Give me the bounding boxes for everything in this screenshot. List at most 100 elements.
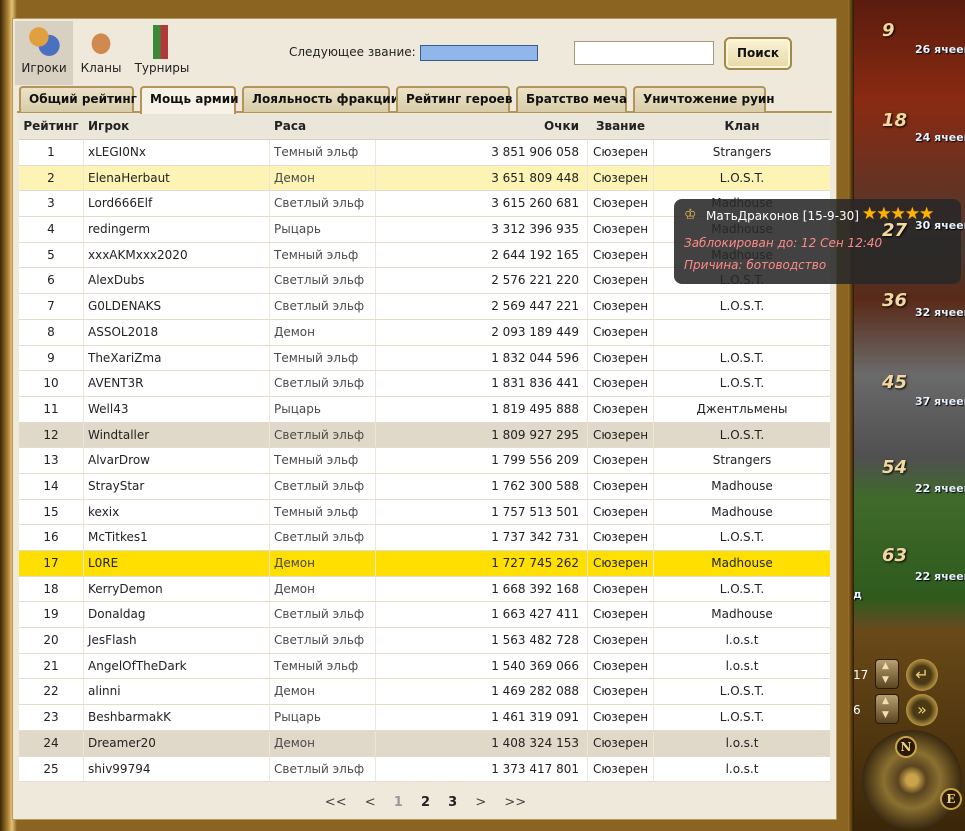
nav-players[interactable]: Игроки	[15, 21, 73, 85]
cell-clan[interactable]: L.O.S.T.	[653, 165, 830, 191]
cell-player[interactable]: xLEGI0Nx	[83, 140, 269, 165]
cell-clan[interactable]: L.O.S.T.	[653, 294, 830, 319]
cell-clan[interactable]: l.o.s.t	[653, 730, 830, 756]
table-row[interactable]: 23 BeshbarmakK Рыцарь 1 461 319 091 Сюзерен L…	[19, 705, 830, 731]
cell-clan[interactable]: l.o.s.t	[653, 628, 830, 653]
page-2[interactable]: 2	[421, 795, 430, 810]
return-arrow-icon[interactable]: ↵	[906, 659, 938, 691]
cell-player[interactable]: Donaldag	[83, 602, 269, 628]
nav-clans[interactable]: Кланы	[75, 21, 127, 85]
counter-b-stepper[interactable]	[875, 694, 899, 724]
cell-points: 2 093 189 449	[375, 319, 587, 345]
cell-clan[interactable]: L.O.S.T.	[653, 576, 830, 602]
table-row[interactable]: 22 alinni Демон 1 469 282 088 Сюзерен L.O.S.T…	[19, 679, 830, 706]
tab-hero-rating[interactable]: Рейтинг героев	[396, 86, 512, 112]
page-prev[interactable]: <	[365, 795, 376, 810]
table-row[interactable]: 1 xLEGI0Nx Темный эльф 3 851 906 058 Сюзерен…	[19, 140, 830, 166]
tab-ruins-destruction[interactable]: Уничтожение руин	[633, 86, 775, 112]
cell-clan[interactable]: l.o.s.t	[653, 756, 830, 782]
cell-clan[interactable]: L.O.S.T.	[653, 525, 830, 550]
cell-player[interactable]: xxxAKMxxx2020	[83, 242, 269, 268]
col-points[interactable]: Очки	[375, 114, 587, 139]
cell-player[interactable]: G0LDENAKS	[83, 294, 269, 319]
page-first[interactable]: <<	[325, 795, 347, 810]
cell-player[interactable]: JesFlash	[83, 628, 269, 653]
table-row[interactable]: 17 L0RE Демон 1 727 745 262 Сюзерен Madhouse	[19, 551, 830, 577]
cell-player[interactable]: StrayStar	[83, 473, 269, 499]
col-rank[interactable]: Рейтинг	[19, 114, 83, 139]
compass-east[interactable]: E	[940, 788, 962, 810]
cell-player[interactable]: alinni	[83, 679, 269, 705]
cell-clan[interactable]: L.O.S.T.	[653, 345, 830, 371]
compass-rose-icon[interactable]: N E	[862, 730, 962, 830]
cell-clan[interactable]: Madhouse	[653, 602, 830, 628]
cell-player[interactable]: redingerm	[83, 217, 269, 242]
col-clan[interactable]: Клан	[653, 114, 830, 139]
search-button[interactable]: Поиск	[724, 37, 792, 70]
cell-clan[interactable]	[653, 319, 830, 345]
cell-player[interactable]: ASSOL2018	[83, 319, 269, 345]
cell-player[interactable]: L0RE	[83, 551, 269, 576]
cell-clan[interactable]: L.O.S.T.	[653, 371, 830, 396]
cell-clan[interactable]: l.o.s.t	[653, 653, 830, 679]
table-row[interactable]: 13 AlvarDrow Темный эльф 1 799 556 209 Сюзер…	[19, 448, 830, 474]
cell-player[interactable]: Dreamer20	[83, 730, 269, 756]
cell-clan[interactable]: L.O.S.T.	[653, 422, 830, 448]
col-player[interactable]: Игрок	[83, 114, 269, 139]
tab-army-power[interactable]: Мощь армии	[140, 86, 239, 114]
compass-north[interactable]: N	[895, 736, 917, 758]
table-row[interactable]: 16 McTitkes1 Светлый эльф 1 737 342 731 Сюзе…	[19, 525, 830, 551]
page-3[interactable]: 3	[448, 795, 457, 810]
cell-player[interactable]: KerryDemon	[83, 576, 269, 602]
cell-clan[interactable]: L.O.S.T.	[653, 705, 830, 730]
table-row[interactable]: 19 Donaldag Светлый эльф 1 663 427 411 Сюзер…	[19, 602, 830, 629]
table-row[interactable]: 21 AngelOfTheDark Темный эльф 1 540 369 066…	[19, 653, 830, 680]
col-race[interactable]: Раса	[269, 114, 375, 139]
tab-faction-loyalty[interactable]: Лояльность фракции	[242, 86, 399, 112]
tab-sword-brotherhood[interactable]: Братство меча	[516, 86, 627, 112]
cell-player[interactable]: Windtaller	[83, 422, 269, 448]
cell-clan[interactable]: Джентльмены	[653, 396, 830, 422]
table-row[interactable]: 14 StrayStar Светлый эльф 1 762 300 588 Сюзе…	[19, 473, 830, 500]
cell-player[interactable]: McTitkes1	[83, 525, 269, 550]
table-row[interactable]: 9 TheXariZma Темный эльф 1 832 044 596 Сюзер…	[19, 345, 830, 372]
cell-player[interactable]: AngelOfTheDark	[83, 653, 269, 679]
table-row[interactable]: 25 shiv99794 Светлый эльф 1 373 417 801 Сюзе…	[19, 756, 830, 783]
table-row[interactable]: 18 KerryDemon Демон 1 668 392 168 Сюзерен L.O…	[19, 576, 830, 603]
speed-icon[interactable]: »	[906, 694, 938, 726]
cell-player[interactable]: shiv99794	[83, 756, 269, 782]
cell-player[interactable]: kexix	[83, 499, 269, 525]
cell-player[interactable]: Lord666Elf	[83, 191, 269, 217]
cell-player[interactable]: Well43	[83, 396, 269, 422]
col-title[interactable]: Звание	[587, 114, 653, 139]
counter-a-stepper[interactable]	[875, 659, 899, 689]
cell-player[interactable]: AlvarDrow	[83, 448, 269, 473]
cell-clan[interactable]: L.O.S.T.	[653, 679, 830, 705]
cell-race: Светлый эльф	[269, 473, 375, 499]
nav-tournaments[interactable]: Турниры	[129, 21, 195, 85]
table-row[interactable]: 8 ASSOL2018 Демон 2 093 189 449 Сюзерен	[19, 319, 830, 346]
cell-clan[interactable]: Madhouse	[653, 473, 830, 499]
cell-player[interactable]: ElenaHerbaut	[83, 165, 269, 191]
table-row[interactable]: 10 AVENT3R Светлый эльф 1 831 836 441 Сюзере…	[19, 371, 830, 397]
cell-player[interactable]: TheXariZma	[83, 345, 269, 371]
cell-clan[interactable]: Madhouse	[653, 551, 830, 576]
table-row[interactable]: 15 kexix Темный эльф 1 757 513 501 Сюзерен Ma…	[19, 499, 830, 526]
cell-player[interactable]: AlexDubs	[83, 268, 269, 294]
cell-clan[interactable]: Madhouse	[653, 499, 830, 525]
map-cell-count: 26 ячеек	[915, 43, 965, 56]
search-input[interactable]	[574, 41, 714, 65]
cell-player[interactable]: AVENT3R	[83, 371, 269, 396]
cell-player[interactable]: BeshbarmakK	[83, 705, 269, 730]
tab-overall-rating[interactable]: Общий рейтинг	[19, 86, 137, 112]
page-next[interactable]: >	[475, 795, 486, 810]
table-row[interactable]: 20 JesFlash Светлый эльф 1 563 482 728 Сюзер…	[19, 628, 830, 654]
cell-clan[interactable]: Strangers	[653, 448, 830, 473]
table-row[interactable]: 12 Windtaller Светлый эльф 1 809 927 295 Сюз…	[19, 422, 830, 449]
table-row[interactable]: 2 ElenaHerbaut Демон 3 651 809 448 Сюзерен L.…	[19, 165, 830, 192]
cell-clan[interactable]: Strangers	[653, 140, 830, 165]
table-row[interactable]: 11 Well43 Рыцарь 1 819 495 888 Сюзерен Джентл…	[19, 396, 830, 423]
page-last[interactable]: >>	[504, 795, 526, 810]
table-row[interactable]: 24 Dreamer20 Демон 1 408 324 153 Сюзерен l.o.…	[19, 730, 830, 757]
table-row[interactable]: 7 G0LDENAKS Светлый эльф 2 569 447 221 Сюзер…	[19, 294, 830, 320]
